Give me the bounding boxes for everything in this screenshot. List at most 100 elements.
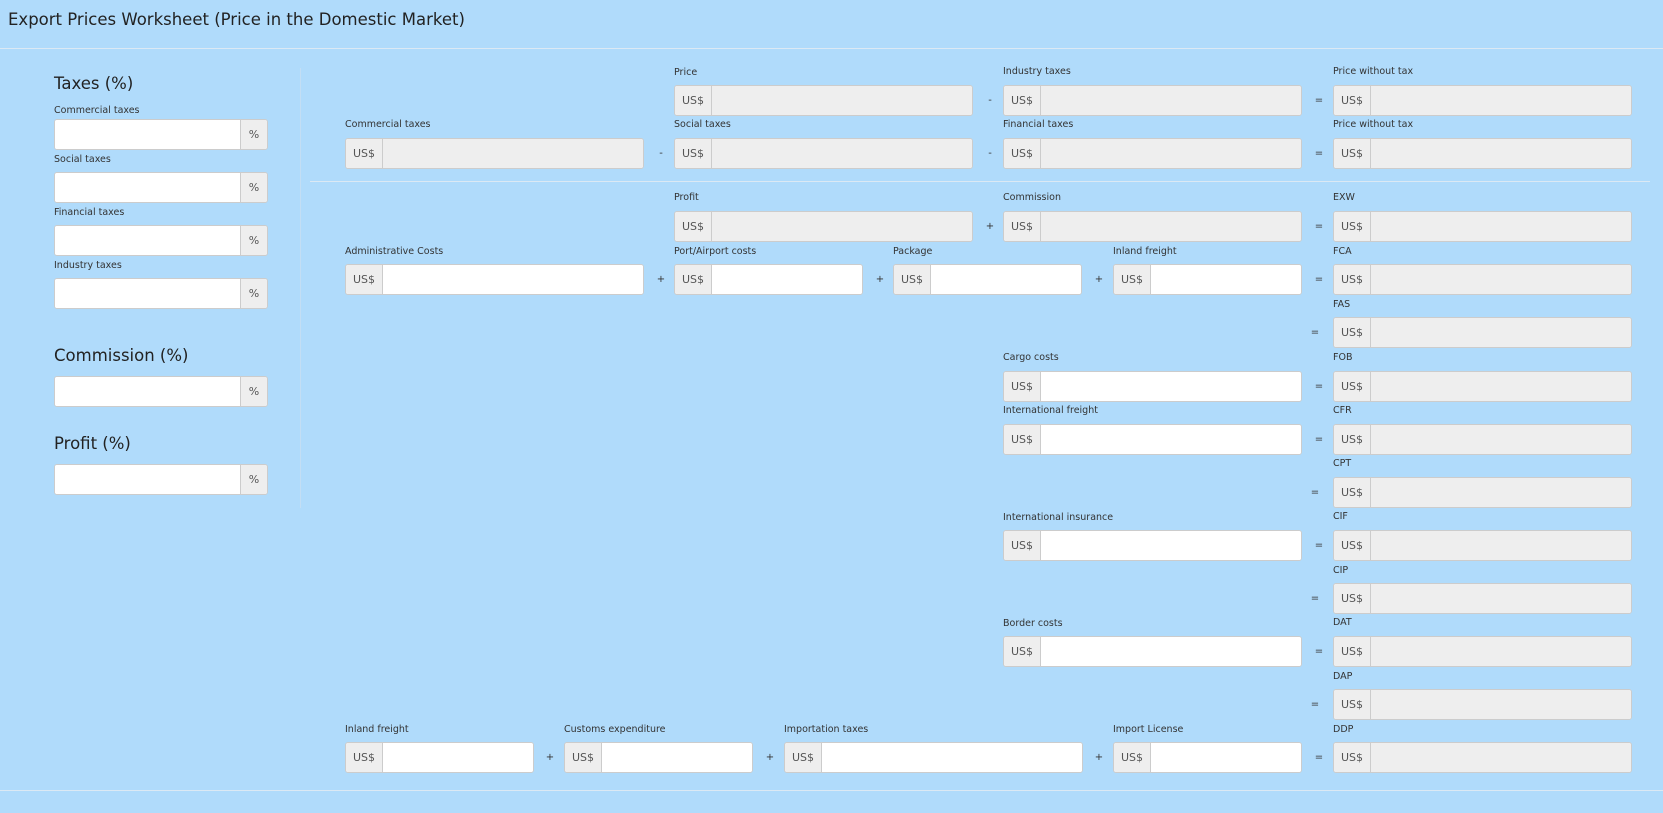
bottom-inland-freight-input[interactable] <box>383 743 533 772</box>
cip-input[interactable] <box>1371 584 1631 613</box>
port-airport-costs-input[interactable] <box>712 265 862 294</box>
profit-percent-input[interactable] <box>55 465 240 494</box>
price-label: Price <box>674 67 698 78</box>
industry-taxes-group: US$ <box>1003 85 1302 116</box>
industry-taxes-input[interactable] <box>1041 86 1301 115</box>
equals-operator: = <box>1314 752 1324 763</box>
currency-addon: US$ <box>1334 265 1371 294</box>
inland-freight-input[interactable] <box>1151 265 1301 294</box>
currency-addon: US$ <box>1334 690 1371 719</box>
fob-label: FOB <box>1333 352 1353 363</box>
industry-taxes-label: Industry taxes <box>1003 66 1071 77</box>
exw-group: US$ <box>1333 211 1632 242</box>
currency-addon: US$ <box>675 212 712 241</box>
social-taxes-input[interactable] <box>712 139 972 168</box>
social-taxes-percent-input[interactable] <box>55 173 240 202</box>
commission-group: US$ <box>1003 211 1302 242</box>
exw-input[interactable] <box>1371 212 1631 241</box>
footer-divider <box>0 790 1663 791</box>
dat-input[interactable] <box>1371 637 1631 666</box>
equals-operator: = <box>1310 327 1320 338</box>
equals-operator: = <box>1314 381 1324 392</box>
cip-label: CIP <box>1333 565 1349 576</box>
commercial-taxes-percent-input[interactable] <box>55 120 240 149</box>
plus-operator: + <box>875 274 885 285</box>
international-insurance-input[interactable] <box>1041 531 1301 560</box>
commission-percent-input[interactable] <box>55 377 240 406</box>
fas-group: US$ <box>1333 317 1632 348</box>
dat-label: DAT <box>1333 617 1352 628</box>
cif-input[interactable] <box>1371 531 1631 560</box>
importation-taxes-label: Importation taxes <box>784 724 869 735</box>
administrative-costs-input[interactable] <box>383 265 643 294</box>
port-airport-costs-group: US$ <box>674 264 863 295</box>
currency-addon: US$ <box>1004 372 1041 401</box>
equals-operator: = <box>1314 434 1324 445</box>
currency-addon: US$ <box>1334 743 1371 772</box>
industry-taxes-percent-input[interactable] <box>55 279 240 308</box>
dat-group: US$ <box>1333 636 1632 667</box>
commission-percent-group: % <box>54 376 268 407</box>
currency-addon: US$ <box>1334 139 1371 168</box>
package-input[interactable] <box>931 265 1081 294</box>
financial-taxes-input[interactable] <box>1041 139 1301 168</box>
cpt-input[interactable] <box>1371 478 1631 507</box>
border-costs-label: Border costs <box>1003 618 1063 629</box>
currency-addon: US$ <box>1004 86 1041 115</box>
plus-operator: + <box>545 752 555 763</box>
border-costs-input[interactable] <box>1041 637 1301 666</box>
currency-addon: US$ <box>1334 478 1371 507</box>
dap-input[interactable] <box>1371 690 1631 719</box>
price-without-tax-2-label: Price without tax <box>1333 119 1414 130</box>
commercial-taxes-percent-label: Commercial taxes <box>54 105 140 116</box>
financial-taxes-group: US$ <box>1003 138 1302 169</box>
price-without-tax-input[interactable] <box>1371 86 1631 115</box>
cfr-input[interactable] <box>1371 425 1631 454</box>
import-license-label: Import License <box>1113 724 1184 735</box>
import-license-input[interactable] <box>1151 743 1301 772</box>
cif-label: CIF <box>1333 511 1348 522</box>
fas-label: FAS <box>1333 299 1351 310</box>
financial-taxes-percent-input[interactable] <box>55 226 240 255</box>
ddp-input[interactable] <box>1371 743 1631 772</box>
currency-addon: US$ <box>1334 531 1371 560</box>
international-freight-input[interactable] <box>1041 425 1301 454</box>
inland-freight-label: Inland freight <box>1113 246 1177 257</box>
equals-operator: = <box>1314 148 1324 159</box>
percent-addon: % <box>240 279 267 308</box>
taxes-title: Taxes (%) <box>54 74 134 93</box>
package-label: Package <box>893 246 933 257</box>
fas-input[interactable] <box>1371 318 1631 347</box>
cargo-costs-input[interactable] <box>1041 372 1301 401</box>
currency-addon: US$ <box>565 743 602 772</box>
importation-taxes-input[interactable] <box>822 743 1082 772</box>
international-insurance-label: International insurance <box>1003 512 1114 523</box>
commission-input[interactable] <box>1041 212 1301 241</box>
customs-expenditure-input[interactable] <box>602 743 752 772</box>
ddp-label: DDP <box>1333 724 1354 735</box>
currency-addon: US$ <box>1334 318 1371 347</box>
profit-input[interactable] <box>712 212 972 241</box>
currency-addon: US$ <box>346 743 383 772</box>
fca-input[interactable] <box>1371 265 1631 294</box>
section-divider <box>310 181 1650 182</box>
price-without-tax-2-input[interactable] <box>1371 139 1631 168</box>
price-without-tax-2-group: US$ <box>1333 138 1632 169</box>
plus-operator: + <box>985 221 995 232</box>
profit-label: Profit <box>674 192 699 203</box>
cfr-label: CFR <box>1333 405 1352 416</box>
port-airport-costs-label: Port/Airport costs <box>674 246 757 257</box>
package-group: US$ <box>893 264 1082 295</box>
commercial-taxes-label: Commercial taxes <box>345 119 431 130</box>
currency-addon: US$ <box>1334 425 1371 454</box>
currency-addon: US$ <box>675 265 712 294</box>
currency-addon: US$ <box>1334 86 1371 115</box>
international-freight-label: International freight <box>1003 405 1098 416</box>
plus-operator: + <box>765 752 775 763</box>
social-taxes-label: Social taxes <box>674 119 731 130</box>
commercial-taxes-input[interactable] <box>383 139 643 168</box>
fob-input[interactable] <box>1371 372 1631 401</box>
dap-group: US$ <box>1333 689 1632 720</box>
customs-expenditure-label: Customs expenditure <box>564 724 666 735</box>
price-input[interactable] <box>712 86 972 115</box>
